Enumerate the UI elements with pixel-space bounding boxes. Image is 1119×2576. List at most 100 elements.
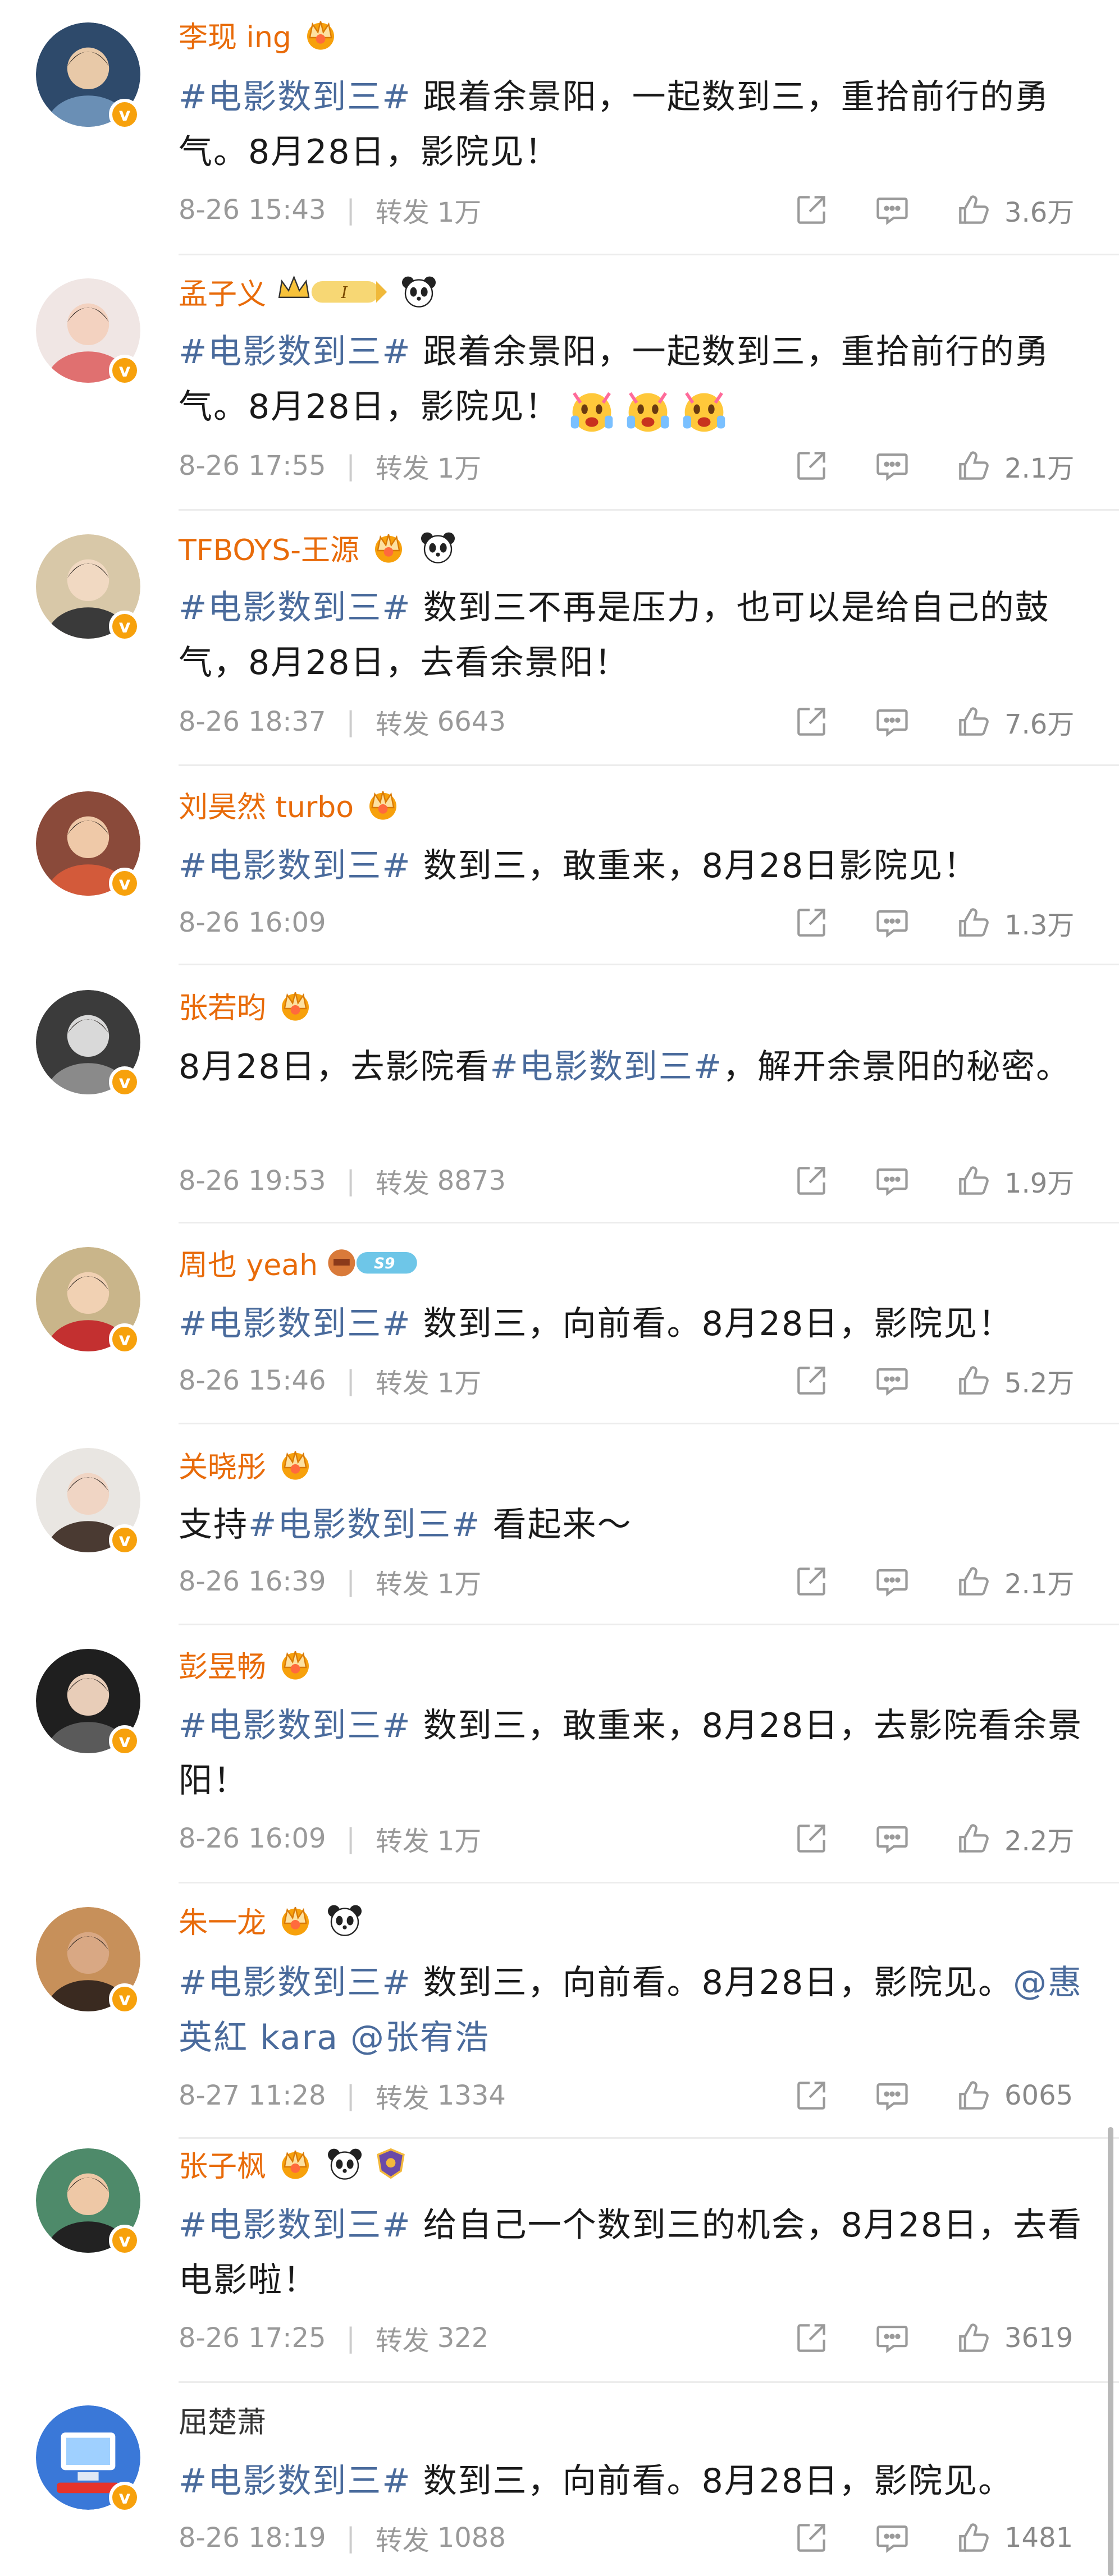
author-name[interactable]: TFBOYS-王源 [179, 526, 359, 569]
like-button[interactable]: 2.2万 [954, 1819, 1083, 1858]
author-row: TFBOYS-王源 [179, 526, 458, 568]
topic-link[interactable]: #电影数到三# [179, 1706, 412, 1745]
author-name[interactable]: 刘昊然 turbo [179, 783, 354, 826]
timestamp: 8-26 18:37 [179, 706, 326, 737]
topic-link[interactable]: #电影数到三# [179, 2462, 412, 2501]
comment-button[interactable] [873, 703, 911, 741]
comment-button[interactable] [873, 447, 911, 485]
verified-v-icon: v [109, 99, 140, 130]
comment-text: #电影数到三# 数到三，向前看。8月28日，影院见。 [179, 2454, 1088, 2509]
crown-badge-icon [275, 988, 316, 1022]
share-button[interactable] [792, 703, 830, 741]
comment-button[interactable] [873, 1562, 911, 1601]
share-button[interactable] [792, 2319, 830, 2357]
comment-button[interactable] [873, 191, 911, 229]
like-button[interactable]: 3619 [954, 2319, 1083, 2357]
like-count: 6065 [1004, 2080, 1074, 2111]
topic-link[interactable]: #电影数到三# [490, 1047, 723, 1087]
verified-v-icon: v [109, 2482, 140, 2513]
verified-v-icon: v [109, 355, 140, 386]
author-name[interactable]: 关晓彤 [179, 1443, 266, 1486]
topic-link[interactable]: #电影数到三# [179, 2206, 412, 2245]
like-button[interactable]: 2.1万 [954, 1562, 1083, 1601]
text-segment [339, 2018, 350, 2057]
topic-link[interactable]: #电影数到三# [179, 588, 412, 627]
like-button[interactable]: 2.1万 [954, 446, 1083, 485]
comment-button[interactable] [873, 2519, 911, 2557]
topic-link[interactable]: #电影数到三# [179, 1304, 412, 1344]
share-button[interactable] [792, 2077, 830, 2115]
topic-link[interactable]: #电影数到三# [179, 1963, 412, 2002]
shocked-emoji-icon [672, 389, 728, 432]
author-name[interactable]: 彭昱畅 [179, 1643, 266, 1685]
like-button[interactable]: 5.2万 [954, 1361, 1083, 1400]
meta-separator: | [346, 1165, 355, 1197]
repost-label: 转发 [375, 1368, 430, 1399]
action-bar: 3619 [750, 2316, 1083, 2360]
crown-badge-icon [275, 1903, 316, 1937]
comment-text: 8月28日，去影院看#电影数到三#，解开余景阳的秘密。 [179, 1039, 1088, 1094]
comment-button[interactable] [873, 1819, 911, 1858]
text-segment: 数到三，向前看。8月28日，影院见。 [411, 1963, 1013, 2002]
share-button[interactable] [792, 2519, 830, 2557]
share-icon [792, 2319, 830, 2357]
share-button[interactable] [792, 1562, 830, 1601]
topic-link[interactable]: #电影数到三# [179, 77, 412, 117]
comment-icon [873, 2519, 911, 2557]
repost-count: 8873 [437, 1165, 506, 1197]
timestamp: 8-26 15:43 [179, 194, 326, 226]
emoji-group [560, 381, 728, 436]
like-button[interactable]: 6065 [954, 2077, 1083, 2115]
like-button[interactable]: 1.9万 [954, 1161, 1083, 1200]
author-name[interactable]: 李现 ing [179, 13, 291, 56]
topic-link[interactable]: #电影数到三# [248, 1505, 481, 1544]
share-button[interactable] [792, 1819, 830, 1858]
share-button[interactable] [792, 191, 830, 229]
repost-label: 转发 [375, 1569, 430, 1600]
author-name[interactable]: 朱一龙 [179, 1899, 266, 1941]
meta-separator: | [346, 2522, 355, 2554]
share-button[interactable] [792, 447, 830, 485]
like-button[interactable]: 7.6万 [954, 702, 1083, 741]
comment-button[interactable] [873, 2319, 911, 2357]
author-name[interactable]: 孟子义 [179, 271, 266, 313]
like-button[interactable]: 1.3万 [954, 903, 1083, 942]
share-button[interactable] [792, 904, 830, 942]
author-name[interactable]: 张子枫 [179, 2143, 266, 2185]
like-button[interactable]: 1481 [954, 2519, 1083, 2557]
shocked-emoji-icon [560, 389, 616, 432]
action-bar: 3.6万 [750, 187, 1083, 232]
repost-count: 1万 [437, 197, 482, 228]
divider [179, 1882, 1119, 1883]
topic-link[interactable]: #电影数到三# [179, 332, 412, 372]
mention-link[interactable]: @张宥浩 [350, 2018, 490, 2057]
divider [179, 764, 1119, 766]
topic-link[interactable]: #电影数到三# [179, 846, 412, 886]
text-segment: 数到三，向前看。8月28日，影院见！ [411, 1304, 1013, 1344]
author-name[interactable]: 屈楚萧 [179, 2399, 266, 2441]
action-bar: 5.2万 [750, 1358, 1083, 1403]
share-button[interactable] [792, 1362, 830, 1400]
repost-label: 转发 [375, 2525, 430, 2556]
meta-separator: | [346, 1566, 355, 1597]
author-row: 刘昊然 turbo [179, 783, 403, 825]
comment-button[interactable] [873, 1362, 911, 1400]
comment-button[interactable] [873, 904, 911, 942]
author-row: 张若昀 [179, 984, 316, 1026]
author-row: 周也 yeah S9 [179, 1241, 421, 1283]
like-icon [954, 1162, 992, 1200]
action-bar: 2.1万 [750, 1559, 1083, 1604]
meta-separator: | [346, 194, 355, 226]
like-icon [954, 2319, 992, 2357]
comment-button[interactable] [873, 2077, 911, 2115]
like-button[interactable]: 3.6万 [954, 190, 1083, 230]
repost-label: 转发 [375, 2325, 430, 2357]
author-name[interactable]: 张若昀 [179, 984, 266, 1026]
author-name[interactable]: 周也 yeah [179, 1241, 318, 1284]
scrollbar[interactable] [1108, 2127, 1113, 2576]
like-icon [954, 2077, 992, 2115]
like-count: 7.6万 [1004, 709, 1075, 740]
like-count: 1.9万 [1004, 1168, 1075, 1199]
share-button[interactable] [792, 1162, 830, 1200]
comment-button[interactable] [873, 1162, 911, 1200]
